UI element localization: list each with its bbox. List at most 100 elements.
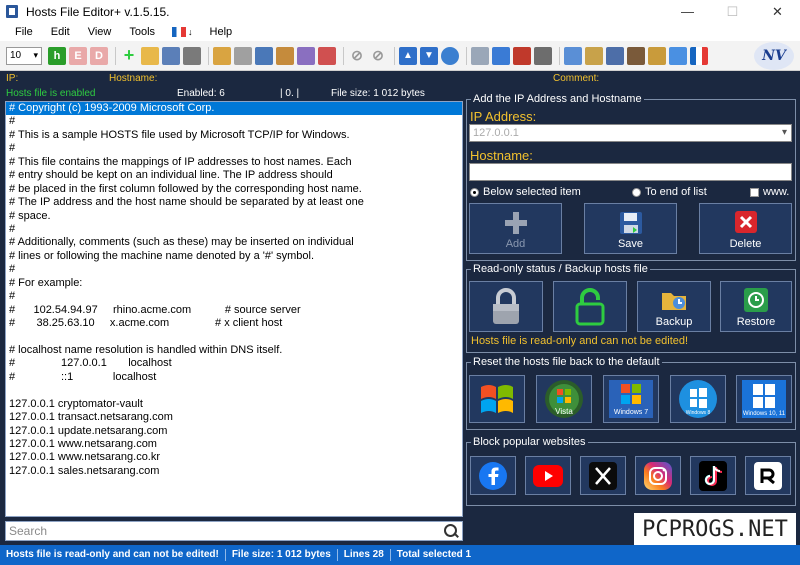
print-icon[interactable] bbox=[255, 46, 273, 65]
block-icon[interactable] bbox=[513, 46, 531, 65]
editor-line[interactable]: 127.0.0.1 transact.netsarang.com bbox=[6, 411, 462, 424]
editor-line[interactable]: # bbox=[6, 223, 462, 236]
hostname-field[interactable] bbox=[469, 163, 792, 181]
lock-readonly-button[interactable] bbox=[469, 281, 543, 332]
editor-line[interactable]: 127.0.0.1 cryptomator-vault bbox=[6, 398, 462, 411]
radio-end-dot[interactable] bbox=[632, 187, 641, 197]
editor-line[interactable]: # space. bbox=[6, 210, 462, 223]
network-icon[interactable] bbox=[492, 46, 510, 65]
editor-line[interactable] bbox=[6, 384, 462, 397]
reset-win8-button[interactable]: Windows 8 bbox=[670, 375, 726, 423]
move-down-icon[interactable]: ▼ bbox=[420, 46, 438, 65]
editor-line[interactable]: # ::1 localhost bbox=[6, 371, 462, 384]
shield-icon[interactable] bbox=[471, 46, 489, 65]
open-folder-icon[interactable] bbox=[141, 46, 159, 65]
enabled-count: Enabled: 6 bbox=[177, 88, 225, 99]
move-up-icon[interactable]: ▲ bbox=[399, 46, 417, 65]
reset-win10-button[interactable]: Windows 10, 11 bbox=[736, 375, 792, 423]
editor-line[interactable]: 127.0.0.1 www.netsarang.co.kr bbox=[6, 451, 462, 464]
ip-label: IP Address: bbox=[470, 109, 537, 124]
radio-below-dot[interactable] bbox=[470, 187, 479, 197]
backup-button[interactable]: Backup bbox=[637, 281, 711, 332]
menu-file[interactable]: File bbox=[6, 26, 42, 38]
save-icon[interactable] bbox=[162, 46, 180, 65]
editor-line[interactable]: # Copyright (c) 1993-2009 Microsoft Corp… bbox=[6, 102, 462, 116]
radio-below-selected[interactable]: Below selected item bbox=[470, 186, 581, 198]
editor-line[interactable]: # be placed in the first column followed… bbox=[6, 183, 462, 196]
block-youtube-button[interactable] bbox=[525, 456, 571, 495]
block-facebook-button[interactable] bbox=[470, 456, 516, 495]
globe-icon[interactable] bbox=[441, 46, 459, 65]
maximize-button[interactable]: ☐ bbox=[710, 0, 755, 23]
block-rumble-button[interactable] bbox=[745, 456, 791, 495]
close-button[interactable]: ✕ bbox=[755, 0, 800, 23]
grid-icon[interactable] bbox=[564, 46, 582, 65]
minimize-button[interactable]: — bbox=[665, 0, 710, 23]
delete-button[interactable]: Delete bbox=[699, 203, 792, 254]
hosts-editor[interactable]: # Copyright (c) 1993-2009 Microsoft Corp… bbox=[5, 101, 463, 517]
readonly-panel-title: Read-only status / Backup hosts file bbox=[471, 263, 650, 275]
menu-view[interactable]: View bbox=[79, 26, 121, 38]
export-icon[interactable] bbox=[318, 46, 336, 65]
check-icon[interactable]: ⊘ bbox=[348, 47, 366, 65]
editor-line[interactable]: # 127.0.0.1 localhost bbox=[6, 357, 462, 370]
document-icon[interactable] bbox=[234, 46, 252, 65]
www-checkbox[interactable]: www. bbox=[750, 186, 789, 198]
reset-vista-button[interactable]: Vista bbox=[536, 375, 592, 423]
editor-line[interactable]: # lines or following the machine name de… bbox=[6, 250, 462, 263]
lock-icon[interactable] bbox=[648, 46, 666, 65]
www-check[interactable] bbox=[750, 187, 759, 197]
import-icon[interactable] bbox=[297, 46, 315, 65]
edit-note-icon[interactable] bbox=[213, 46, 231, 65]
font-size-select[interactable]: 10 bbox=[6, 46, 42, 65]
radio-end-of-list[interactable]: To end of list bbox=[632, 186, 707, 198]
add-button[interactable]: Add bbox=[469, 203, 562, 254]
disable-d-icon[interactable]: D bbox=[90, 46, 108, 65]
archive-icon[interactable] bbox=[627, 46, 645, 65]
uncheck-icon[interactable]: ⊘ bbox=[369, 47, 387, 65]
tools-icon[interactable] bbox=[183, 46, 201, 65]
language-flag-icon[interactable] bbox=[690, 46, 708, 65]
brush-icon[interactable] bbox=[585, 46, 603, 65]
block-tiktok-button[interactable] bbox=[690, 456, 736, 495]
editor-line[interactable]: # The IP address and the host name shoul… bbox=[6, 196, 462, 209]
restore-button[interactable]: Restore bbox=[720, 281, 792, 332]
link-icon[interactable] bbox=[534, 46, 552, 65]
editor-line[interactable]: # For example: bbox=[6, 277, 462, 290]
menu-help[interactable]: Help bbox=[201, 26, 242, 38]
users-icon[interactable] bbox=[276, 46, 294, 65]
monitor-icon[interactable] bbox=[606, 46, 624, 65]
block-x-button[interactable] bbox=[580, 456, 626, 495]
editor-line[interactable]: # bbox=[6, 263, 462, 276]
menu-edit[interactable]: Edit bbox=[42, 26, 79, 38]
edit-e-icon[interactable]: E bbox=[69, 46, 87, 65]
editor-line[interactable]: # 102.54.94.97 rhino.acme.com # source s… bbox=[6, 304, 462, 317]
save-button[interactable]: Save bbox=[584, 203, 677, 254]
editor-line[interactable]: 127.0.0.1 www.netsarang.com bbox=[6, 438, 462, 451]
settings-icon[interactable] bbox=[669, 46, 687, 65]
editor-line[interactable]: # localhost name resolution is handled w… bbox=[6, 344, 462, 357]
editor-line[interactable]: # Additionally, comments (such as these)… bbox=[6, 236, 462, 249]
unlock-button[interactable] bbox=[553, 281, 627, 332]
reset-win7-button[interactable]: Windows 7 bbox=[603, 375, 659, 423]
editor-line[interactable]: 127.0.0.1 update.netsarang.com bbox=[6, 425, 462, 438]
editor-line[interactable]: # This is a sample HOSTS file used by Mi… bbox=[6, 129, 462, 142]
search-input[interactable] bbox=[6, 524, 441, 538]
menu-tools[interactable]: Tools bbox=[120, 26, 164, 38]
editor-line[interactable]: 127.0.0.1 sales.netsarang.com bbox=[6, 465, 462, 478]
editor-line[interactable] bbox=[6, 330, 462, 343]
editor-line[interactable]: # entry should be kept on an individual … bbox=[6, 169, 462, 182]
info-strip: Hosts file is enabled Enabled: 6 | 0. | … bbox=[0, 88, 465, 101]
reset-winxp-button[interactable] bbox=[469, 375, 525, 423]
editor-line[interactable]: # bbox=[6, 142, 462, 155]
search-icon[interactable] bbox=[441, 522, 459, 540]
editor-line[interactable]: # 38.25.63.10 x.acme.com # x client host bbox=[6, 317, 462, 330]
editor-line[interactable]: # This file contains the mappings of IP … bbox=[6, 156, 462, 169]
add-icon[interactable]: + bbox=[120, 45, 138, 65]
ip-address-field[interactable]: 127.0.0.1 bbox=[469, 124, 792, 142]
hosts-h-icon[interactable]: h bbox=[48, 46, 66, 65]
menu-language[interactable]: ↓ bbox=[164, 27, 201, 37]
editor-line[interactable]: # bbox=[6, 290, 462, 303]
editor-line[interactable]: # bbox=[6, 115, 462, 128]
block-instagram-button[interactable] bbox=[635, 456, 681, 495]
